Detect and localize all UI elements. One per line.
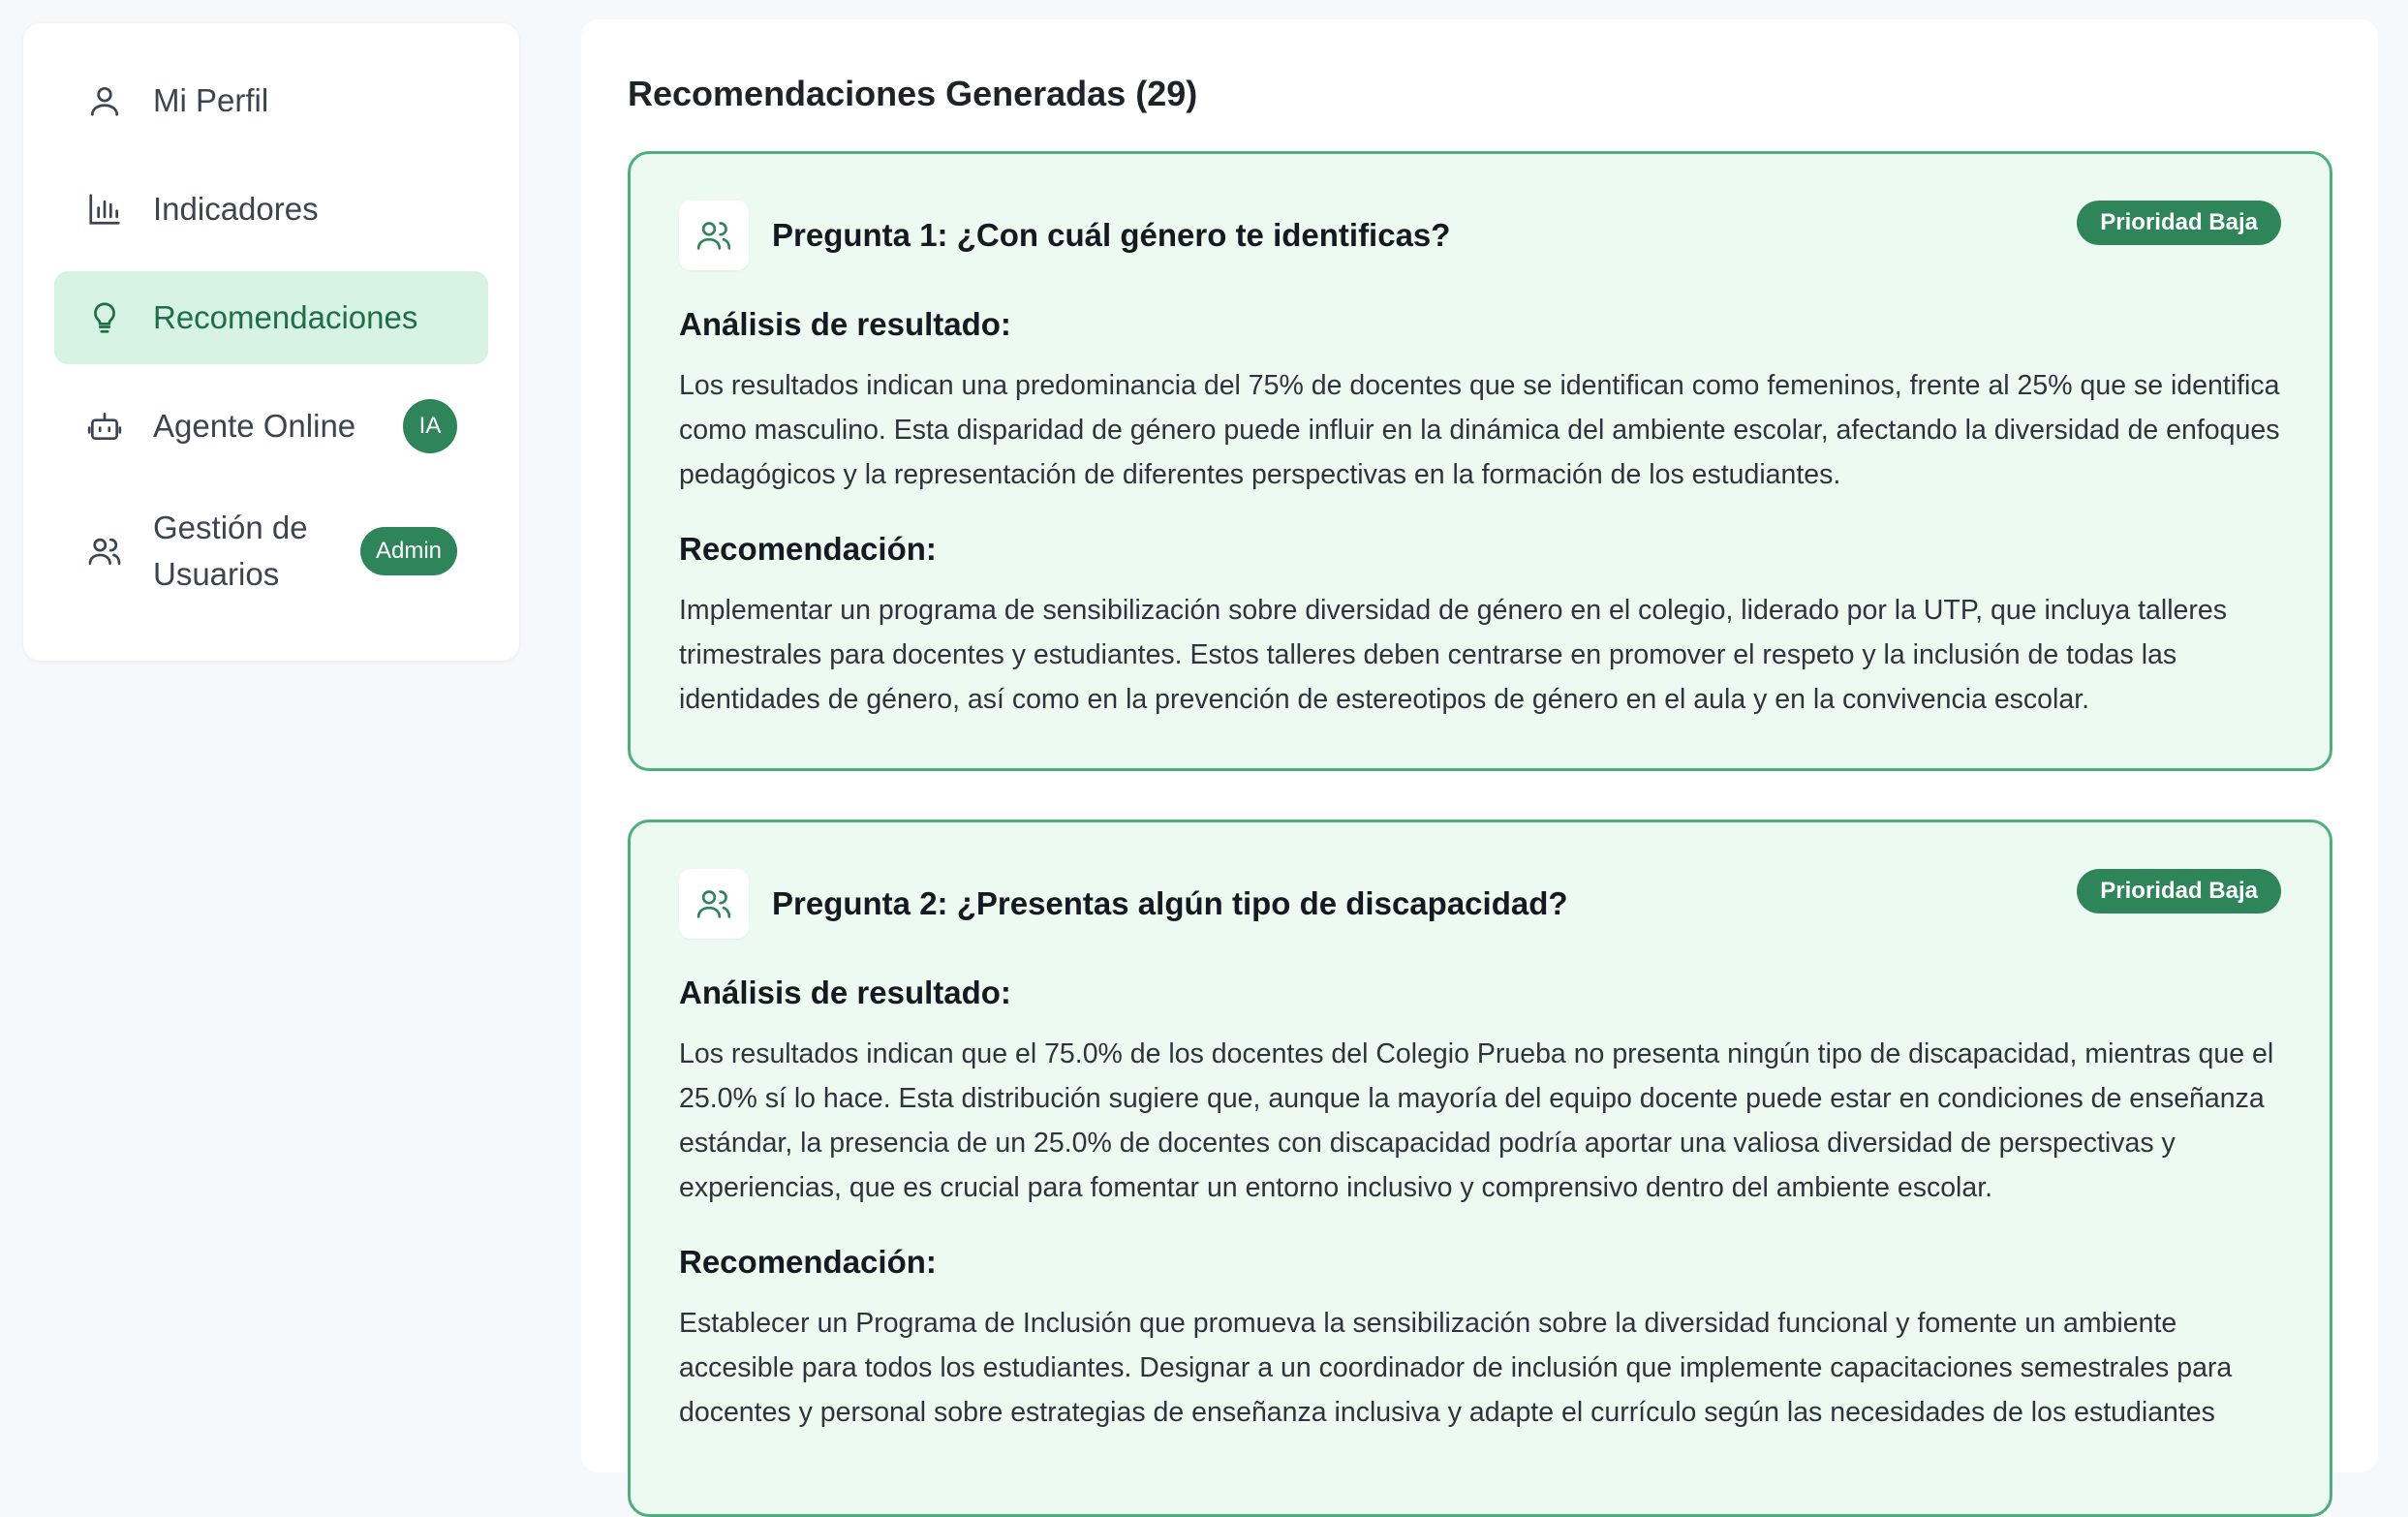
user-icon: [85, 81, 124, 120]
sidebar-item-label: Recomendaciones: [153, 299, 418, 335]
recommendation-heading: Recomendación:: [679, 531, 937, 567]
sidebar: Mi Perfil Indicadores Recomendaciones Ag…: [23, 23, 519, 661]
users-icon: [679, 869, 749, 939]
bar-chart-icon: [85, 190, 124, 229]
recommendation-text: Establecer un Programa de Inclusión que …: [679, 1308, 2233, 1428]
analysis-text: Los resultados indican una predominancia…: [679, 370, 2280, 490]
users-icon: [85, 532, 124, 571]
sidebar-item-mi-perfil[interactable]: Mi Perfil: [54, 54, 488, 147]
lightbulb-icon: [85, 298, 124, 337]
analysis-text: Los resultados indican que el 75.0% de l…: [679, 1038, 2274, 1203]
priority-badge: Prioridad Baja: [2077, 201, 2281, 245]
admin-badge: Admin: [359, 527, 457, 575]
analysis-heading: Análisis de resultado:: [679, 975, 1011, 1010]
recommendation-card: Pregunta 1: ¿Con cuál género te identifi…: [628, 151, 2332, 771]
sidebar-item-label: Indicadores: [153, 191, 319, 227]
question-title: Pregunta 2: ¿Presentas algún tipo de dis…: [772, 885, 1568, 921]
sidebar-item-indicadores[interactable]: Indicadores: [54, 163, 488, 256]
sidebar-item-recomendaciones[interactable]: Recomendaciones: [54, 271, 488, 364]
sidebar-item-gestion-usuarios[interactable]: Gestión de Usuarios Admin: [54, 488, 488, 614]
users-icon: [679, 201, 749, 270]
main-content: Recomendaciones Generadas (29) Pregunta …: [581, 19, 2378, 1517]
question-title: Pregunta 1: ¿Con cuál género te identifi…: [772, 217, 1451, 253]
recommendation-text: Implementar un programa de sensibilizaci…: [679, 595, 2227, 715]
priority-badge: Prioridad Baja: [2077, 869, 2281, 913]
recommendation-card: Pregunta 2: ¿Presentas algún tipo de dis…: [628, 820, 2332, 1517]
sidebar-item-agente-online[interactable]: Agente Online IA: [54, 380, 488, 473]
analysis-heading: Análisis de resultado:: [679, 306, 1011, 342]
card-header: Pregunta 1: ¿Con cuál género te identifi…: [679, 201, 2281, 270]
robot-icon: [85, 407, 124, 446]
sidebar-item-label: Agente Online: [153, 408, 356, 444]
recommendation-heading: Recomendación:: [679, 1244, 937, 1280]
page-title: Recomendaciones Generadas (29): [628, 74, 1198, 113]
card-header: Pregunta 2: ¿Presentas algún tipo de dis…: [679, 869, 2281, 939]
sidebar-item-label: Mi Perfil: [153, 82, 269, 118]
ia-badge: IA: [403, 399, 457, 453]
sidebar-item-label: Gestión de Usuarios: [153, 510, 308, 592]
